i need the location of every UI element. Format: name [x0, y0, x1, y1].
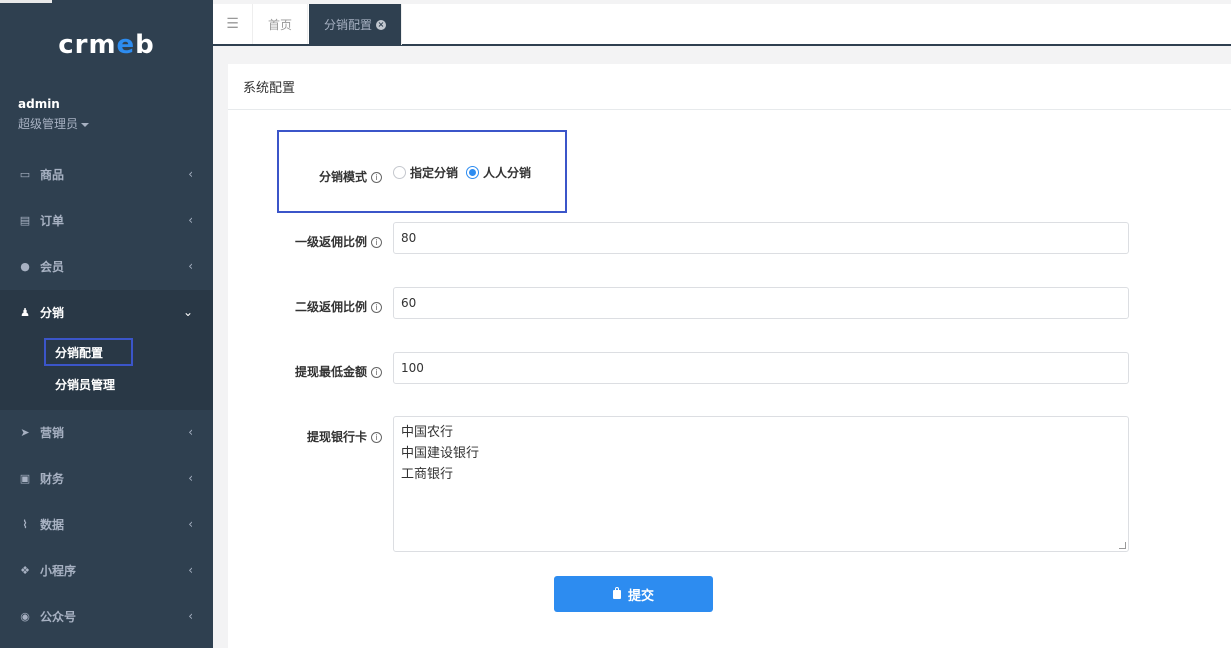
panel-title: 系统配置: [228, 64, 1231, 110]
close-icon[interactable]: ×: [376, 19, 387, 30]
chevron-left-icon: ‹: [188, 471, 193, 485]
tab-bar: ☰ 首页 分销配置 ×: [213, 4, 1231, 46]
nav-item-data[interactable]: ⌇ 数据 ‹: [0, 501, 213, 547]
info-icon[interactable]: i: [371, 302, 382, 313]
monitor-icon: ▭: [19, 167, 31, 181]
caret-down-icon: [81, 122, 90, 127]
bank-cards-textarea[interactable]: 中国农行 中国建设银行 工商银行: [393, 416, 1129, 552]
subnav-distributor-management[interactable]: 分销员管理: [55, 376, 115, 393]
chart-icon: ⌇: [22, 517, 28, 531]
nav-item-goods[interactable]: ▭ 商品 ‹: [0, 151, 213, 197]
bag-icon: [612, 586, 621, 599]
nav-item-official-account[interactable]: ◉ 公众号 ‹: [0, 593, 213, 639]
textarea-line: 中国建设银行: [401, 446, 480, 461]
receipt-icon: ▤: [19, 213, 31, 227]
level1-commission-input[interactable]: 80: [393, 222, 1129, 254]
info-icon[interactable]: i: [371, 172, 382, 183]
cubes-icon: ❖: [20, 563, 30, 577]
chevron-left-icon: ‹: [188, 425, 193, 439]
chevron-down-icon: ⌄: [182, 305, 193, 319]
chevron-left-icon: ‹: [188, 517, 193, 531]
textarea-line: 工商银行: [401, 467, 454, 482]
nav-item-orders[interactable]: ▤ 订单 ‹: [0, 197, 213, 243]
sidebar: crmeb admin 超级管理员 ▭ 商品 ‹ ▤ 订单 ‹ ● 会员 ‹ ♟…: [0, 0, 213, 648]
nav-item-distribution[interactable]: ♟ 分销 ⌄: [0, 289, 213, 335]
chevron-left-icon: ‹: [188, 563, 193, 577]
mode-radio-group: 指定分销 人人分销: [393, 164, 539, 181]
top-strip: [0, 0, 52, 3]
field-label-level2: 二级返佣比例 i: [262, 298, 382, 315]
nav-item-finance[interactable]: ▣ 财务 ‹: [0, 455, 213, 501]
field-label-mode: 分销模式 i: [262, 168, 382, 185]
chevron-left-icon: ‹: [188, 609, 193, 623]
user-name: admin: [18, 97, 60, 111]
wechat-icon: ◉: [20, 609, 30, 623]
min-withdraw-input[interactable]: 100: [393, 352, 1129, 384]
radio-designated[interactable]: 指定分销: [393, 164, 458, 181]
money-icon: ▣: [19, 471, 31, 485]
chevron-left-icon: ‹: [188, 259, 193, 273]
tab-distribution-config[interactable]: 分销配置 ×: [309, 4, 403, 45]
field-label-min-withdraw: 提现最低金额 i: [262, 363, 382, 380]
nav-item-members[interactable]: ● 会员 ‹: [0, 243, 213, 289]
highlight-annotation: [44, 338, 133, 366]
resize-grip-icon[interactable]: [1119, 542, 1126, 549]
users-icon: ♟: [20, 305, 30, 319]
info-icon[interactable]: i: [371, 432, 382, 443]
textarea-line: 中国农行: [401, 425, 454, 440]
send-icon: ➤: [20, 425, 30, 439]
radio-circle-checked[interactable]: [466, 166, 480, 179]
radio-everyone[interactable]: 人人分销: [466, 164, 531, 181]
chevron-left-icon: ‹: [188, 167, 193, 181]
logo[interactable]: crmeb: [0, 30, 213, 60]
info-icon[interactable]: i: [371, 367, 382, 378]
tab-home[interactable]: 首页: [253, 4, 309, 44]
chevron-left-icon: ‹: [188, 213, 193, 227]
level2-commission-input[interactable]: 60: [393, 287, 1129, 319]
nav-item-miniprogram[interactable]: ❖ 小程序 ‹: [0, 547, 213, 593]
info-icon[interactable]: i: [371, 237, 382, 248]
nav-item-marketing[interactable]: ➤ 营销 ‹: [0, 409, 213, 455]
field-label-level1: 一级返佣比例 i: [262, 233, 382, 250]
menu-toggle-icon[interactable]: ☰: [213, 4, 253, 44]
user-icon: ●: [20, 259, 30, 273]
submit-button[interactable]: 提交: [554, 576, 713, 612]
field-label-bank-cards: 提现银行卡 i: [262, 428, 382, 445]
radio-circle[interactable]: [393, 166, 406, 179]
user-role-dropdown[interactable]: 超级管理员: [18, 115, 90, 132]
